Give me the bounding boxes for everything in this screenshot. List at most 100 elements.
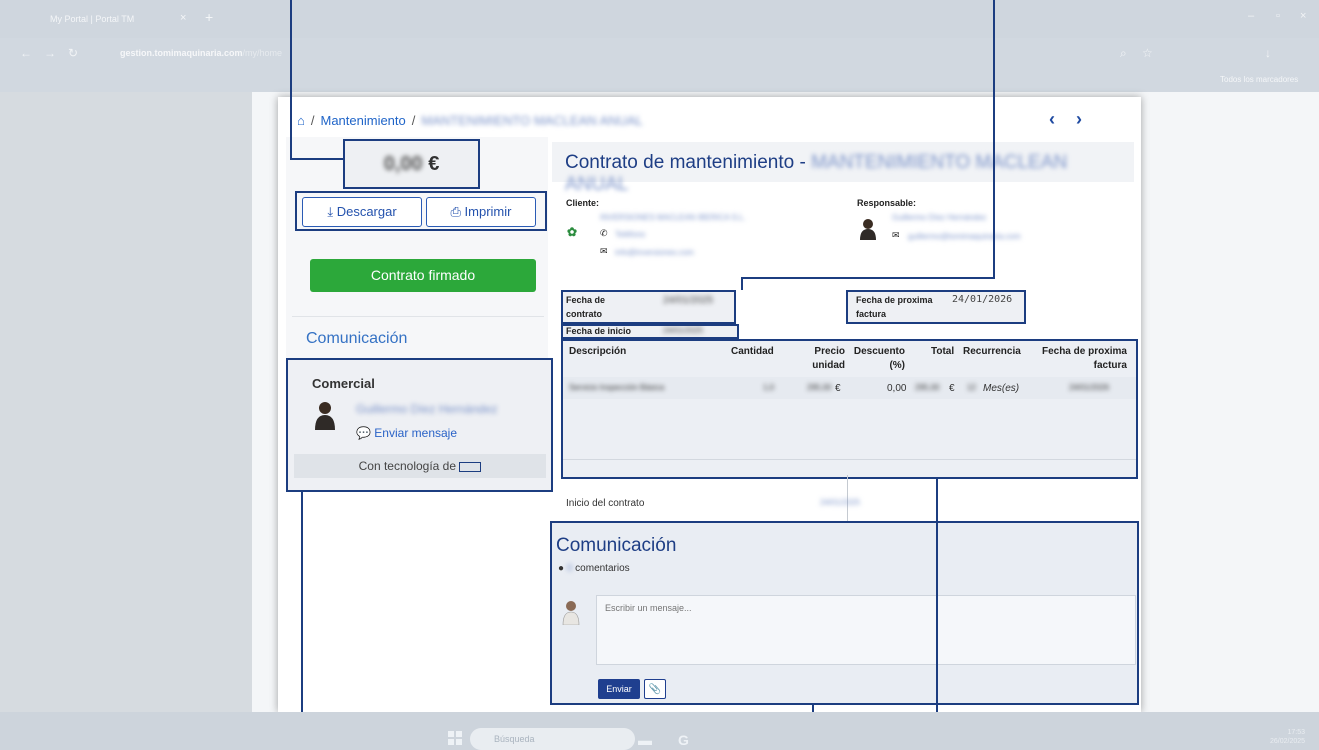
communication-title: Comunicación <box>556 535 677 556</box>
line-unit-price: 295,00 <box>807 383 832 392</box>
download-icon: ⤓ <box>327 204 334 219</box>
client-label: Cliente: <box>566 198 600 208</box>
line-quantity: 1,0 <box>763 383 775 392</box>
chat-icon: 💬 <box>356 426 371 440</box>
responsible-email[interactable]: guillermo@tomimaquinaria.com <box>908 232 1021 241</box>
client-logo-icon: ✿ <box>567 225 578 239</box>
maximize-icon[interactable]: ▫ <box>1276 10 1280 22</box>
commercial-label: Comercial <box>312 376 375 391</box>
comments-icon: ● <box>558 563 565 574</box>
next-invoice-label: Fecha de proxima factura <box>856 295 933 319</box>
chrome-icon[interactable]: G <box>678 732 689 748</box>
comments-count-row: ● 0 comentarios <box>558 563 630 574</box>
clock-time: 17:53 <box>1287 729 1306 736</box>
start-date-value: 24/01/2025 <box>663 326 704 335</box>
communication-panel: Comunicación ● 0 comentarios Enviar 📎 <box>550 521 1139 705</box>
col-quantity: Cantidad <box>731 346 774 357</box>
window-close-icon[interactable]: × <box>1300 10 1306 22</box>
url-field[interactable]: gestion.tomimaquinaria.com/my/home <box>120 48 282 58</box>
browser-tab[interactable]: My Portal | Portal TM × <box>30 12 200 34</box>
system-clock[interactable]: 17:53 26/02/2025 <box>1270 728 1305 746</box>
next-icon[interactable]: › <box>1076 109 1082 130</box>
contract-lines-table: Descripción Cantidad Precio unidad Descu… <box>561 339 1138 479</box>
tab-title: My Portal | Portal TM <box>50 14 135 24</box>
new-tab-icon[interactable]: + <box>205 9 213 25</box>
url-path: /my/home <box>242 48 283 58</box>
url-host: gestion.tomimaquinaria.com <box>120 48 243 58</box>
previous-icon[interactable]: ‹ <box>1049 109 1055 130</box>
start-date-field: Fecha de inicio 24/01/2025 <box>561 324 739 339</box>
client-email[interactable]: info@inversiones.com <box>615 248 694 257</box>
print-label: Imprimir <box>464 204 512 219</box>
table-row: Servicio Inspección Básica 1,0 295,00 € … <box>563 377 1136 399</box>
line-recurrence-count: 12 <box>967 383 976 392</box>
windows-start-icon[interactable] <box>448 731 462 745</box>
next-invoice-date-field: Fecha de proxima factura 24/01/2026 <box>846 290 1026 324</box>
email-icon: ✉ <box>600 246 608 256</box>
taskbar <box>0 712 1319 750</box>
divider <box>292 316 544 317</box>
callout-line <box>993 0 995 279</box>
col-total: Total <box>931 346 955 357</box>
start-date-label: Fecha de inicio <box>566 326 632 336</box>
responsible-label: Responsable: <box>857 198 917 208</box>
bookmarks-bar: Todos los marcadores <box>0 70 1319 92</box>
comments-label: comentarios <box>575 563 630 574</box>
phone-icon: ✆ <box>600 228 608 238</box>
tab-close-icon[interactable]: × <box>180 12 186 24</box>
email-icon: ✉ <box>892 230 900 240</box>
breadcrumb-section[interactable]: Mantenimiento <box>320 113 405 128</box>
table-footer-line <box>563 459 1136 460</box>
responsible-name: Guillermo Díez Hernández <box>892 213 987 222</box>
callout-line <box>290 158 343 160</box>
send-button[interactable]: Enviar <box>598 679 640 699</box>
send-message-link[interactable]: 💬 Enviar mensaje <box>356 426 457 440</box>
commercial-name: Guillermo Díez Hernández <box>356 402 498 416</box>
user-avatar <box>562 601 580 625</box>
col-description: Descripción <box>569 346 627 357</box>
col-unit-price: Precio unidad <box>812 346 845 371</box>
callout-line <box>290 0 292 160</box>
col-discount: Descuento (%) <box>853 346 905 371</box>
download-label: Descargar <box>336 204 397 219</box>
download-button[interactable]: ⤓ Descargar <box>302 197 422 227</box>
line-unit-price-currency: € <box>835 383 841 394</box>
taskbar-search[interactable]: Búsqueda <box>470 728 635 750</box>
printer-icon: ⎙ <box>450 204 461 219</box>
signed-contract-button[interactable]: Contrato firmado <box>310 259 536 292</box>
browser-tab-bar: My Portal | Portal TM × + – ▫ × <box>0 0 1319 38</box>
file-explorer-icon[interactable]: ▬ <box>638 732 652 748</box>
address-bar: ← → ↻ gestion.tomimaquinaria.com/my/home… <box>0 38 1319 70</box>
comments-count: 0 <box>566 563 573 574</box>
brand-logo-icon <box>459 461 482 472</box>
attach-icon[interactable]: 📎 <box>644 679 666 699</box>
callout-line <box>741 277 743 290</box>
line-total: 295,00 <box>915 383 940 392</box>
zoom-icon[interactable]: ⌕ <box>1120 46 1127 61</box>
home-icon[interactable]: ⌂ <box>297 113 305 128</box>
reload-icon[interactable]: ↻ <box>68 46 78 60</box>
contract-date-label: Fecha de contrato <box>566 295 606 319</box>
contract-start-value: 24/01/2025 <box>820 498 861 507</box>
send-message-label: Enviar mensaje <box>374 426 458 440</box>
forward-icon[interactable]: → <box>44 46 56 60</box>
col-next-invoice: Fecha de proxima factura <box>1041 346 1127 371</box>
contract-header: Contrato de mantenimiento - MANTENIMIENT… <box>552 142 1134 195</box>
back-icon[interactable]: ← <box>20 46 32 60</box>
contract-title: Contrato de mantenimiento - <box>565 152 806 173</box>
bookmark-star-icon[interactable]: ☆ <box>1142 46 1153 60</box>
print-button[interactable]: ⎙ Imprimir <box>426 197 536 227</box>
line-next-invoice: 24/01/2026 <box>1069 383 1110 392</box>
responsible-avatar <box>860 219 876 240</box>
powered-by-label: Con tecnología de <box>358 459 457 473</box>
clock-date: 26/02/2025 <box>1270 738 1306 745</box>
document-actions: ⤓ Descargar ⎙ Imprimir <box>295 191 547 231</box>
line-description: Servicio Inspección Básica <box>569 383 665 392</box>
line-discount: 0,00 <box>887 383 907 394</box>
minimize-icon[interactable]: – <box>1248 10 1254 22</box>
contract-date-value: 24/01/2025 <box>663 295 714 306</box>
message-input[interactable] <box>596 595 1136 665</box>
callout-line <box>936 479 938 750</box>
download-icon[interactable]: ↓ <box>1265 46 1271 60</box>
all-bookmarks[interactable]: Todos los marcadores <box>1220 75 1298 84</box>
